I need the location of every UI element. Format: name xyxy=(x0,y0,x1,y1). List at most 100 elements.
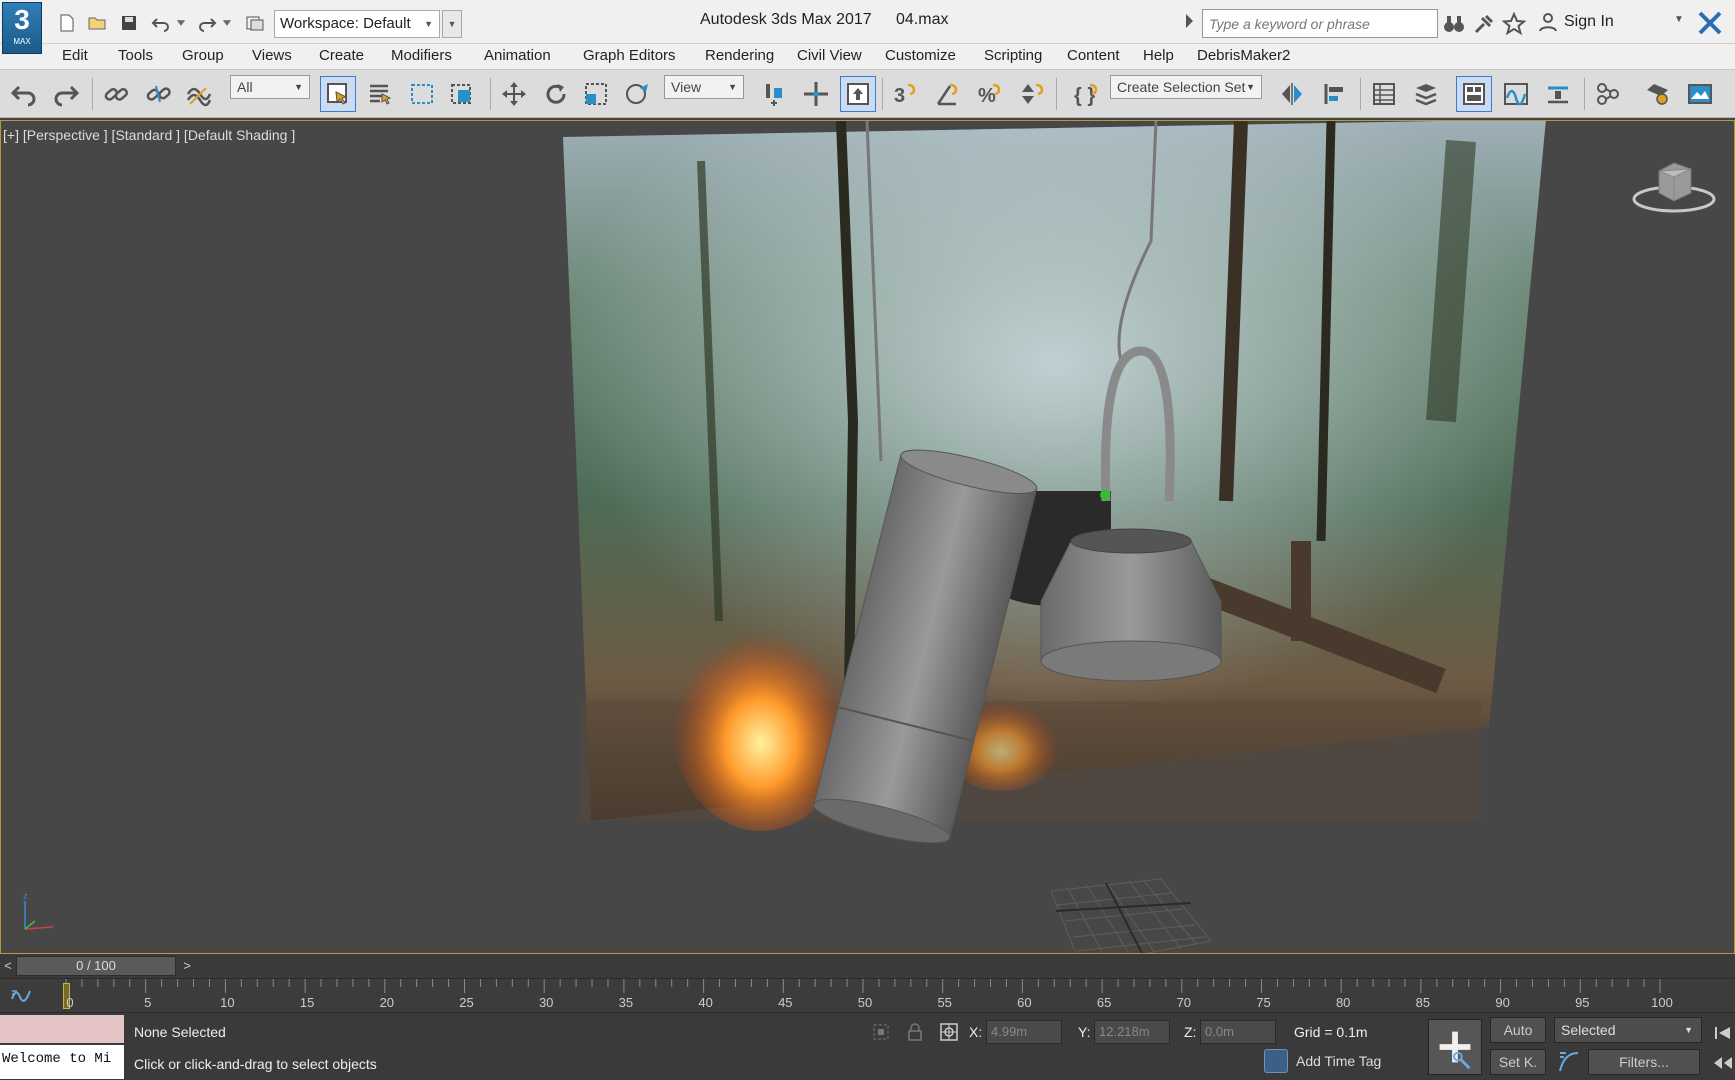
application-menu-button[interactable]: 3 MAX xyxy=(2,2,42,54)
ribbon-icon xyxy=(1463,83,1485,105)
sign-in-button[interactable]: Sign In xyxy=(1538,12,1614,32)
menu-civil-view[interactable]: Civil View xyxy=(797,47,862,64)
redo-tool[interactable] xyxy=(48,76,84,112)
menu-tools[interactable]: Tools xyxy=(118,47,153,64)
time-slider-prev-button[interactable]: < xyxy=(0,956,16,976)
undo-tool[interactable] xyxy=(6,76,42,112)
time-slider-thumb[interactable]: 0 / 100 xyxy=(16,956,176,976)
undo-button[interactable] xyxy=(148,10,174,36)
track-bar[interactable]: 0 5 10 15 20 25 30 35 40 45 50 55 60 65 70 75 80 85 90 95 10… xyxy=(0,978,1735,1012)
selection-filter-dropdown[interactable]: All ▼ xyxy=(230,75,310,99)
select-and-rotate-tool[interactable] xyxy=(538,76,574,112)
schematic-view-tool[interactable] xyxy=(1540,76,1576,112)
save-file-button[interactable] xyxy=(116,10,142,36)
reference-coordinate-dropdown[interactable]: View ▼ xyxy=(664,75,744,99)
select-and-move-tool[interactable] xyxy=(496,76,532,112)
search-input[interactable] xyxy=(1202,9,1438,38)
previous-key-button[interactable] xyxy=(1712,1051,1734,1075)
menu-group[interactable]: Group xyxy=(182,47,224,64)
bind-to-space-warp-tool[interactable] xyxy=(180,76,216,112)
spinner-snap-icon xyxy=(1022,83,1044,104)
search-button[interactable] xyxy=(1442,12,1466,36)
new-scene-button[interactable] xyxy=(54,10,80,36)
y-coordinate-field[interactable]: 12.218m xyxy=(1094,1020,1170,1044)
z-coordinate-field[interactable]: 0.0m xyxy=(1200,1020,1276,1044)
go-to-start-button[interactable] xyxy=(1712,1021,1734,1045)
mirror-tool[interactable] xyxy=(1274,76,1310,112)
named-selection-set-dropdown[interactable]: Create Selection Set ▼ xyxy=(1110,75,1262,99)
material-editor-tool[interactable] xyxy=(1590,76,1626,112)
set-key-button[interactable]: Set K. xyxy=(1490,1049,1546,1075)
undo-history-dropdown[interactable] xyxy=(174,10,188,36)
menu-modifiers[interactable]: Modifiers xyxy=(391,47,452,64)
edit-named-selection-tool[interactable]: { } xyxy=(1068,76,1104,112)
align-tool[interactable] xyxy=(1316,76,1352,112)
select-by-name-tool[interactable] xyxy=(362,76,398,112)
menu-edit[interactable]: Edit xyxy=(62,47,88,64)
percent-snap-toggle[interactable]: % xyxy=(972,76,1008,112)
window-crossing-toggle[interactable] xyxy=(444,76,480,112)
layer-explorer-toggle[interactable] xyxy=(1408,76,1444,112)
select-and-link-tool[interactable] xyxy=(98,76,134,112)
absolute-offset-mode-toggle[interactable] xyxy=(938,1021,960,1043)
maxscript-mini-listener-input[interactable]: Welcome to Mi xyxy=(0,1045,124,1079)
curve-editor-tool[interactable] xyxy=(1498,76,1534,112)
menu-help[interactable]: Help xyxy=(1143,47,1174,64)
exchange-apps-button[interactable] xyxy=(1696,10,1724,36)
key-mode-dropdown[interactable]: Selected ▼ xyxy=(1554,1017,1702,1043)
open-file-button[interactable] xyxy=(84,10,110,36)
z-coordinate-label: Z: xyxy=(1184,1024,1197,1040)
menu-customize[interactable]: Customize xyxy=(885,47,956,64)
perspective-viewport[interactable]: [+] [Perspective ] [Standard ] [Default … xyxy=(0,120,1735,954)
communication-center-button[interactable] xyxy=(1472,12,1496,36)
select-object-tool[interactable] xyxy=(320,76,356,112)
set-keys-button[interactable] xyxy=(1428,1019,1482,1075)
ribbon-toggle[interactable] xyxy=(1456,76,1492,112)
account-dropdown[interactable]: ▼ xyxy=(1674,14,1684,25)
select-and-place-tool[interactable] xyxy=(620,76,656,112)
pivot-center-icon xyxy=(766,84,782,106)
menu-scripting[interactable]: Scripting xyxy=(984,47,1042,64)
redo-button[interactable] xyxy=(194,10,220,36)
rectangular-selection-region-tool[interactable] xyxy=(404,76,440,112)
viewport-label-menu[interactable]: [+] [Perspective ] [Standard ] [Default … xyxy=(3,127,295,143)
unlink-selection-tool[interactable] xyxy=(140,76,176,112)
default-in-out-tangents-button[interactable] xyxy=(1556,1049,1582,1075)
undo-icon xyxy=(10,85,36,107)
menu-graph-editors[interactable]: Graph Editors xyxy=(583,47,676,64)
x-coordinate-field[interactable]: 4.99m xyxy=(986,1020,1062,1044)
isolate-selection-toggle[interactable] xyxy=(870,1021,892,1043)
time-slider-next-button[interactable]: > xyxy=(178,956,196,976)
rendered-frame-window-tool[interactable] xyxy=(1682,76,1718,112)
menu-animation[interactable]: Animation xyxy=(484,47,551,64)
menu-content[interactable]: Content xyxy=(1067,47,1120,64)
menu-rendering[interactable]: Rendering xyxy=(705,47,774,64)
open-mini-curve-editor-button[interactable] xyxy=(10,985,34,1003)
angle-snap-toggle[interactable] xyxy=(930,76,966,112)
project-folder-button[interactable] xyxy=(242,10,268,36)
viewcube-icon[interactable] xyxy=(1629,149,1719,219)
select-and-scale-tool[interactable] xyxy=(578,76,614,112)
key-filters-button[interactable]: Filters... xyxy=(1588,1049,1700,1075)
selection-lock-toggle[interactable] xyxy=(904,1021,926,1043)
scene-explorer-toggle[interactable] xyxy=(1366,76,1402,112)
snaps-toggle[interactable]: 3 xyxy=(888,76,924,112)
keyboard-shortcut-override-toggle[interactable] xyxy=(840,76,876,112)
render-setup-tool[interactable] xyxy=(1640,76,1676,112)
spinner-snap-toggle[interactable] xyxy=(1014,76,1050,112)
favorites-button[interactable] xyxy=(1501,11,1527,36)
redo-history-dropdown[interactable] xyxy=(220,10,234,36)
auto-key-button[interactable]: Auto xyxy=(1490,1017,1546,1043)
workspace-dropdown[interactable]: Workspace: Default ▼ xyxy=(274,10,440,38)
absolute-mode-icon xyxy=(940,1023,958,1041)
maxscript-mini-listener-output[interactable] xyxy=(0,1015,124,1043)
menu-debrismaker2[interactable]: DebrisMaker2 xyxy=(1197,47,1290,64)
menu-views[interactable]: Views xyxy=(252,47,292,64)
search-expand-icon[interactable] xyxy=(1186,14,1193,28)
add-time-tag-button[interactable]: Add Time Tag xyxy=(1264,1049,1381,1073)
select-and-manipulate-tool[interactable] xyxy=(798,76,834,112)
frame-tick-label: 10 xyxy=(220,995,235,1010)
pivot-center-tool[interactable] xyxy=(756,76,792,112)
menu-create[interactable]: Create xyxy=(319,47,364,64)
workspace-menu-button[interactable]: ▼ xyxy=(442,10,462,38)
